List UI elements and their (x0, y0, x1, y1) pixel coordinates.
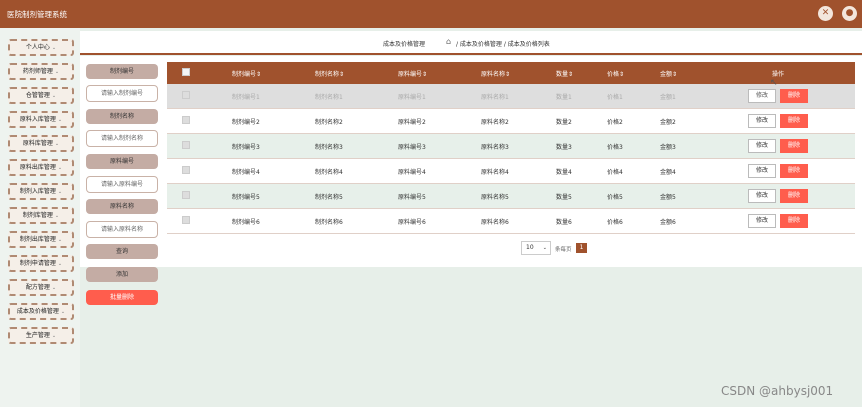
sidebar-item-material-stock[interactable]: 原料库管理 ⌄ (8, 135, 74, 152)
chevron-down-icon: ⌄ (542, 245, 547, 251)
chevron-down-icon: ⌄ (60, 309, 66, 315)
sidebar-item-warehouse[interactable]: 仓管管理 ⌄ (8, 87, 74, 104)
mat-name-input[interactable]: 请输入原料名称 (86, 221, 158, 238)
header-quantity[interactable]: 数量⇕ (556, 69, 573, 78)
header-prep-no[interactable]: 制剂编号⇕ (232, 69, 261, 78)
chevron-down-icon: ⌄ (54, 69, 60, 75)
sidebar-item-material-in[interactable]: 原料入库管理 ⌄ (8, 111, 74, 128)
query-button[interactable]: 查询 (86, 244, 158, 259)
delete-button[interactable]: 删除 (780, 189, 808, 203)
chevron-down-icon: ⌄ (51, 45, 57, 51)
table-row[interactable]: 制剂编号4 制剂名称4 原料编号4 原料名称4 数量4 价格4 金额4 修改 删… (167, 159, 855, 184)
sidebar-item-production[interactable]: 生产管理 ⌄ (8, 327, 74, 344)
prep-no-input[interactable]: 请输入制剂编号 (86, 85, 158, 102)
table-row[interactable]: 制剂编号6 制剂名称6 原料编号6 原料名称6 数量6 价格6 金额6 修改 删… (167, 209, 855, 234)
sidebar-item-profile[interactable]: 个人中心 ⌄ (8, 39, 74, 56)
sidebar: 个人中心 ⌄ 药剂师管理 ⌄ 仓管管理 ⌄ 原料入库管理 ⌄ 原料库管理 ⌄ 原… (0, 28, 80, 407)
select-all-checkbox[interactable] (182, 68, 190, 76)
sidebar-item-cost-price[interactable]: 成本及价格管理 ⌄ (8, 303, 74, 320)
table-row[interactable]: 制剂编号1 制剂名称1 原料编号1 原料名称1 数量1 价格1 金额1 修改 删… (167, 84, 855, 109)
edit-button[interactable]: 修改 (748, 214, 776, 228)
delete-button[interactable]: 删除 (780, 139, 808, 153)
table-row[interactable]: 制剂编号2 制剂名称2 原料编号2 原料名称2 数量2 价格2 金额2 修改 删… (167, 109, 855, 134)
chevron-down-icon: ⌄ (51, 285, 57, 291)
header-mat-name[interactable]: 原料名称⇕ (481, 69, 510, 78)
delete-button[interactable]: 删除 (780, 89, 808, 103)
page-number-1[interactable]: 1 (576, 243, 587, 253)
mat-no-input[interactable]: 请输入原料编号 (86, 176, 158, 193)
edit-button[interactable]: 修改 (748, 189, 776, 203)
breadcrumb-path[interactable]: / 成本及价格管理 / 成本及价格列表 (456, 39, 550, 48)
chevron-down-icon: ⌄ (57, 117, 63, 123)
table-header: 制剂编号⇕ 制剂名称⇕ 原料编号⇕ 原料名称⇕ 数量⇕ 价格⇕ 金额⇕ 操作 (167, 62, 855, 84)
row-checkbox[interactable] (182, 216, 190, 224)
add-button[interactable]: 添加 (86, 267, 158, 282)
table-row[interactable]: 制剂编号3 制剂名称3 原料编号3 原料名称3 数量3 价格3 金额3 修改 删… (167, 134, 855, 159)
app-title: 医院制剂管理系统 (7, 10, 67, 19)
sidebar-item-prep-stock[interactable]: 制剂库管理 ⌄ (8, 207, 74, 224)
sidebar-item-material-out[interactable]: 原料出库管理 ⌄ (8, 159, 74, 176)
chevron-down-icon: ⌄ (57, 261, 63, 267)
prep-name-label: 制剂名称 (86, 109, 158, 124)
breadcrumb: 成本及价格管理 ⌂ / 成本及价格管理 / 成本及价格列表 (80, 31, 862, 55)
delete-button[interactable]: 删除 (780, 114, 808, 128)
sidebar-item-formula[interactable]: 配方管理 ⌄ (8, 279, 74, 296)
row-checkbox[interactable] (182, 191, 190, 199)
chevron-down-icon: ⌄ (57, 189, 63, 195)
batch-delete-button[interactable]: 批量删除 (86, 290, 158, 305)
prep-name-input[interactable]: 请输入制剂名称 (86, 130, 158, 147)
top-bar: 医院制剂管理系统 ✕ ● (0, 0, 862, 28)
header-price[interactable]: 价格⇕ (607, 69, 624, 78)
mat-name-label: 原料名称 (86, 199, 158, 214)
chevron-down-icon: ⌄ (57, 165, 63, 171)
header-amount[interactable]: 金额⇕ (660, 69, 677, 78)
page-title: 成本及价格管理 (383, 41, 426, 48)
delete-button[interactable]: 删除 (780, 164, 808, 178)
prep-no-label: 制剂编号 (86, 64, 158, 79)
fullscreen-icon[interactable]: ✕ (818, 6, 833, 21)
watermark: CSDN @ahbysj001 (721, 384, 834, 398)
row-checkbox[interactable] (182, 141, 190, 149)
row-checkbox[interactable] (182, 91, 190, 99)
sidebar-item-prep-apply[interactable]: 制剂申请管理 ⌄ (8, 255, 74, 272)
edit-button[interactable]: 修改 (748, 89, 776, 103)
mat-no-label: 原料编号 (86, 154, 158, 169)
mouse-cursor-icon: ↖ (770, 78, 778, 88)
edit-button[interactable]: 修改 (748, 164, 776, 178)
home-icon[interactable]: ⌂ (446, 37, 451, 46)
chevron-down-icon: ⌄ (54, 213, 60, 219)
table-row[interactable]: 制剂编号5 制剂名称5 原料编号5 原料名称5 数量5 价格5 金额5 修改 删… (167, 184, 855, 209)
chevron-down-icon: ⌄ (54, 141, 60, 147)
sidebar-item-prep-in[interactable]: 制剂入库管理 ⌄ (8, 183, 74, 200)
chevron-down-icon: ⌄ (51, 93, 57, 99)
edit-button[interactable]: 修改 (748, 114, 776, 128)
edit-button[interactable]: 修改 (748, 139, 776, 153)
header-actions: 操作 (772, 71, 785, 78)
chevron-down-icon: ⌄ (51, 333, 57, 339)
header-prep-name[interactable]: 制剂名称⇕ (315, 69, 344, 78)
header-mat-no[interactable]: 原料编号⇕ (398, 69, 427, 78)
sidebar-item-pharmacist[interactable]: 药剂师管理 ⌄ (8, 63, 74, 80)
user-icon[interactable]: ● (842, 6, 857, 21)
chevron-down-icon: ⌄ (57, 237, 63, 243)
delete-button[interactable]: 删除 (780, 214, 808, 228)
per-page-text: 条每页 (555, 247, 572, 253)
row-checkbox[interactable] (182, 166, 190, 174)
sidebar-item-prep-out[interactable]: 制剂出库管理 ⌄ (8, 231, 74, 248)
page-size-select[interactable]: 10 ⌄ (521, 241, 551, 255)
row-checkbox[interactable] (182, 116, 190, 124)
